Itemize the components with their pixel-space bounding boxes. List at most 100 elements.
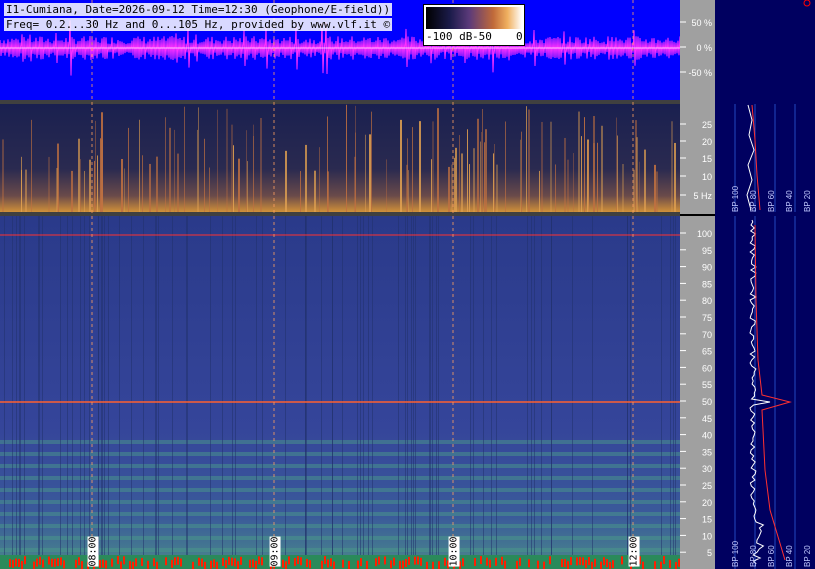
streak: [564, 137, 566, 212]
streak: [636, 137, 638, 212]
dark-column: [12, 216, 13, 555]
streak: [128, 127, 129, 212]
spectrum-upper-label: BP 60: [767, 190, 776, 212]
dark-column: [342, 216, 343, 555]
upper-tick-label: 5 Hz: [693, 191, 712, 201]
noise-tick: [333, 561, 335, 569]
streak: [198, 107, 199, 212]
noise-tick: [24, 556, 26, 565]
streak: [528, 109, 530, 212]
noise-tick: [180, 558, 182, 567]
noise-tick: [249, 559, 251, 568]
lower-tick-label: 5: [707, 548, 712, 558]
lower-tick-label: 30: [702, 464, 712, 474]
dark-column: [415, 216, 416, 555]
noise-tick: [489, 559, 491, 568]
noise-tick: [201, 558, 203, 567]
dark-column: [531, 216, 532, 555]
noise-tick: [588, 557, 590, 566]
spectrum-lower-label: BP 40: [785, 545, 794, 567]
dark-column: [158, 216, 159, 555]
streak: [2, 139, 4, 212]
streak: [644, 149, 646, 212]
streak: [355, 132, 356, 212]
upper-tick-label: 10: [702, 172, 712, 182]
noise-tick: [63, 560, 65, 569]
lower-tick-label: 40: [702, 431, 712, 441]
streak: [156, 156, 158, 212]
streak: [300, 171, 301, 212]
streak: [253, 136, 254, 212]
noise-tick: [480, 556, 482, 565]
streak: [169, 127, 171, 212]
noise-tick: [237, 561, 239, 569]
noise-tick: [537, 560, 539, 569]
streak: [233, 145, 234, 212]
streak: [496, 164, 498, 212]
dark-column: [332, 216, 333, 555]
streak: [520, 139, 521, 212]
dark-column: [104, 216, 105, 555]
dark-column: [119, 216, 120, 555]
noise-tick: [570, 557, 572, 566]
noise-tick: [408, 556, 410, 565]
noise-tick: [261, 557, 263, 566]
noise-tick: [594, 558, 596, 567]
noise-tick: [120, 561, 122, 569]
streak: [654, 164, 656, 212]
noise-tick: [60, 557, 62, 566]
noise-tick: [57, 558, 59, 567]
noise-tick: [642, 561, 644, 569]
noise-tick: [417, 556, 419, 565]
streak: [588, 142, 589, 212]
streak: [581, 136, 582, 212]
streak: [454, 157, 455, 212]
noise-tick: [420, 557, 422, 566]
noise-tick: [198, 557, 200, 566]
dark-column: [661, 216, 662, 555]
streak: [209, 167, 210, 212]
lower-tick-label: 10: [702, 531, 712, 541]
streak: [674, 142, 676, 212]
streak: [100, 138, 101, 212]
noise-tick: [18, 558, 20, 567]
streak: [369, 134, 371, 212]
noise-tick: [129, 561, 131, 569]
streak: [622, 164, 624, 212]
streak: [616, 117, 617, 212]
noise-tick: [564, 559, 566, 568]
streak: [56, 168, 58, 212]
noise-tick: [123, 556, 125, 565]
noise-tick: [15, 558, 17, 567]
colorbar-label-min: -100 dB: [426, 30, 473, 43]
streak: [539, 170, 540, 212]
streak: [319, 147, 320, 212]
header-frequency-line: Freq= 0.2...30 Hz and 0...105 Hz, provid…: [4, 18, 393, 31]
streak: [247, 161, 248, 212]
streak: [305, 144, 307, 212]
streak: [541, 121, 543, 212]
streak: [521, 131, 522, 212]
noise-tick: [252, 559, 254, 568]
noise-tick: [660, 561, 662, 569]
streak: [480, 141, 481, 212]
streak: [371, 111, 372, 212]
dark-column: [210, 216, 211, 555]
dark-column: [306, 216, 307, 555]
streak: [314, 170, 316, 212]
noise-tick: [342, 559, 344, 568]
noise-tick: [42, 559, 44, 568]
dark-column: [235, 216, 236, 555]
streak: [494, 144, 495, 212]
spectrum-upper-label: BP 100: [731, 185, 740, 212]
noise-tick: [432, 561, 434, 569]
spectrum-upper-label: BP 40: [785, 190, 794, 212]
dark-column: [38, 216, 39, 555]
noise-tick: [171, 559, 173, 568]
lower-tick-label: 95: [702, 246, 712, 256]
streak: [448, 166, 450, 212]
noise-tick: [654, 561, 656, 569]
streak: [174, 129, 175, 212]
streak: [231, 124, 233, 212]
noise-tick: [216, 561, 218, 569]
